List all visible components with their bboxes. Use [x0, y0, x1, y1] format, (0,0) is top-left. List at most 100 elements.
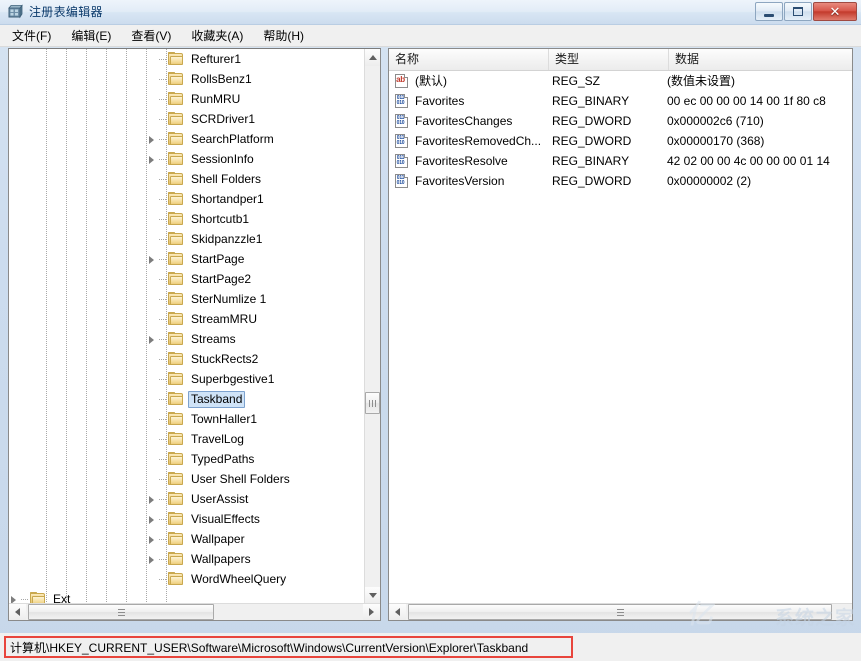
tree-hscroll-thumb[interactable]: [28, 604, 214, 620]
menu-view[interactable]: 查看(V): [131, 25, 180, 46]
menu-edit[interactable]: 编辑(E): [71, 25, 120, 46]
value-row[interactable]: 011 010 FavoritesRemovedCh... REG_DWORD 0x00…: [389, 131, 852, 151]
tree-item-superbgestive1[interactable]: Superbgestive1: [9, 369, 366, 389]
expand-arrow-icon[interactable]: [147, 494, 158, 505]
menu-file[interactable]: 文件(F): [12, 25, 60, 46]
tree-item-shortandper1[interactable]: Shortandper1: [9, 189, 366, 209]
tree-scroll-up-button[interactable]: [365, 49, 380, 66]
value-data: 0x00000002 (2): [667, 174, 752, 188]
tree-connector: [159, 458, 167, 460]
tree-scroll-left-button[interactable]: [9, 604, 26, 620]
expand-arrow-icon[interactable]: [147, 134, 158, 145]
column-header-data[interactable]: 数据: [669, 49, 852, 70]
tree-item-userassist[interactable]: UserAssist: [9, 489, 366, 509]
tree-item-scrdriver1[interactable]: SCRDriver1: [9, 109, 366, 129]
tree-item-visualeffects[interactable]: VisualEffects: [9, 509, 366, 529]
maximize-button[interactable]: [784, 2, 812, 21]
value-row[interactable]: 011 010 FavoritesResolve REG_BINARY 42 02 00…: [389, 151, 852, 171]
tree-scroll-down-button[interactable]: [365, 587, 380, 604]
tree-item-runmru[interactable]: RunMRU: [9, 89, 366, 109]
tree-item-label: StartPage2: [191, 271, 252, 286]
tree-item-travellog[interactable]: TravelLog: [9, 429, 366, 449]
panes-container: Refturer1 RollsBenz1 RunMRU SCRDriver1 Searc…: [8, 48, 853, 621]
tree-item-streammru[interactable]: StreamMRU: [9, 309, 366, 329]
expand-arrow-icon[interactable]: [147, 154, 158, 165]
tree-item-searchplatform[interactable]: SearchPlatform: [9, 129, 366, 149]
values-hscroll-thumb[interactable]: [408, 604, 832, 620]
tree-vertical-scrollbar[interactable]: [364, 49, 380, 604]
expand-arrow-icon[interactable]: [147, 554, 158, 565]
folder-icon: [168, 412, 184, 426]
folder-icon: [168, 172, 184, 186]
column-header-name[interactable]: 名称: [389, 49, 549, 70]
tree-item-townhaller1[interactable]: TownHaller1: [9, 409, 366, 429]
tree-item-shell-folders[interactable]: Shell Folders: [9, 169, 366, 189]
tree-item-stuckrects2[interactable]: StuckRects2: [9, 349, 366, 369]
tree-item-user-shell-folders[interactable]: User Shell Folders: [9, 469, 366, 489]
maximize-icon: [793, 7, 803, 16]
value-type: REG_BINARY: [552, 154, 630, 168]
tree-item-label: SCRDriver1: [191, 111, 256, 126]
string-value-icon: ab: [394, 74, 410, 88]
tree-item-shortcutb1[interactable]: Shortcutb1: [9, 209, 366, 229]
expand-arrow-icon[interactable]: [147, 534, 158, 545]
tree-item-startpage[interactable]: StartPage: [9, 249, 366, 269]
tree-item-wallpapers[interactable]: Wallpapers: [9, 549, 366, 569]
tree-connector: [159, 398, 167, 400]
tree-item-label: Refturer1: [191, 51, 242, 66]
values-horizontal-scrollbar[interactable]: [389, 603, 852, 620]
tree-item-streams[interactable]: Streams: [9, 329, 366, 349]
tree-item-label: TownHaller1: [191, 411, 258, 426]
tree-scroll-right-button[interactable]: [363, 604, 380, 620]
tree-connector: [159, 178, 167, 180]
tree-item-skidpanzzle1[interactable]: Skidpanzzle1: [9, 229, 366, 249]
folder-icon: [168, 392, 184, 406]
tree-item-wallpaper[interactable]: Wallpaper: [9, 529, 366, 549]
registry-tree[interactable]: Refturer1 RollsBenz1 RunMRU SCRDriver1 Searc…: [9, 49, 366, 604]
tree-item-refturer1[interactable]: Refturer1: [9, 49, 366, 69]
tree-scroll-thumb[interactable]: [365, 392, 380, 414]
values-column-headers: 名称 类型 数据: [389, 49, 852, 71]
tree-connector: [159, 538, 167, 540]
value-row[interactable]: 011 010 FavoritesChanges REG_DWORD 0x000002c…: [389, 111, 852, 131]
value-data: 0x00000170 (368): [667, 134, 765, 148]
binary-value-icon: 011 010: [394, 174, 410, 188]
tree-item-typedpaths[interactable]: TypedPaths: [9, 449, 366, 469]
menu-help[interactable]: 帮助(H): [263, 25, 313, 46]
folder-icon: [168, 352, 184, 366]
tree-item-taskband[interactable]: Taskband: [9, 389, 366, 409]
value-row[interactable]: 011 010 Favorites REG_BINARY 00 ec 00 00 00 …: [389, 91, 852, 111]
status-path-highlight: 计算机\HKEY_CURRENT_USER\Software\Microsoft…: [4, 636, 573, 658]
tree-item-sessioninfo[interactable]: SessionInfo: [9, 149, 366, 169]
tree-item-wordwheelquery[interactable]: WordWheelQuery: [9, 569, 366, 589]
tree-connector: [159, 278, 167, 280]
value-data: 42 02 00 00 4c 00 00 00 01 14: [667, 154, 830, 168]
menu-favorites[interactable]: 收藏夹(A): [191, 25, 252, 46]
tree-item-sternumlize-1[interactable]: SterNumlize 1: [9, 289, 366, 309]
column-header-type[interactable]: 类型: [549, 49, 669, 70]
value-name: FavoritesVersion: [415, 174, 505, 188]
tree-item-label: RunMRU: [191, 91, 241, 106]
tree-horizontal-scrollbar[interactable]: [9, 603, 380, 620]
values-scroll-left-button[interactable]: [389, 604, 406, 620]
tree-item-label: Shortandper1: [191, 191, 264, 206]
expand-arrow-icon[interactable]: [147, 254, 158, 265]
expand-arrow-icon[interactable]: [147, 334, 158, 345]
tree-item-ext[interactable]: Ext: [9, 589, 366, 604]
close-button[interactable]: ✕: [813, 2, 857, 21]
value-row[interactable]: 011 010 FavoritesVersion REG_DWORD 0x0000000…: [389, 171, 852, 191]
tree-item-startpage2[interactable]: StartPage2: [9, 269, 366, 289]
tree-item-rollsbenz1[interactable]: RollsBenz1: [9, 69, 366, 89]
expand-arrow-icon[interactable]: [147, 514, 158, 525]
window-controls: ✕: [755, 2, 857, 21]
folder-icon: [168, 552, 184, 566]
value-row[interactable]: ab (默认) REG_SZ (数值未设置): [389, 71, 852, 91]
tree-connector: [159, 158, 167, 160]
minimize-button[interactable]: [755, 2, 783, 21]
chevron-down-icon: [368, 593, 377, 598]
tree-item-label: Streams: [191, 331, 236, 346]
